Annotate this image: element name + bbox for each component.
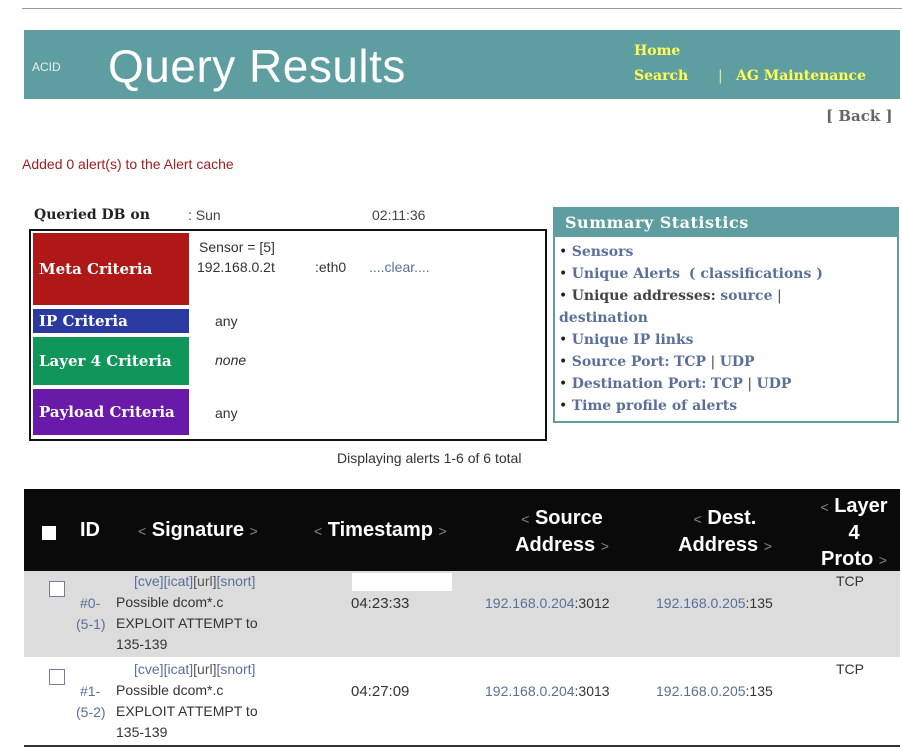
nav-home-link[interactable]: Home — [634, 43, 680, 59]
col-signature-header[interactable]: < Signature > — [138, 517, 258, 544]
meta-criteria-label[interactable]: Meta Criteria — [33, 233, 189, 305]
displaying-count: Displaying alerts 1-6 of 6 total — [337, 450, 522, 466]
queried-db-time: 02:11:36 — [372, 207, 426, 223]
signature-text: Possible dcom*.c EXPLOIT ATTEMPT to 135-13… — [116, 682, 258, 740]
col-timestamp-header[interactable]: < Timestamp > — [314, 517, 447, 544]
meta-ip-value: 192.168.0.2t — [197, 259, 275, 275]
dest-ip-link[interactable]: 192.168.0.205 — [656, 595, 746, 611]
source-port-tcp-link[interactable]: TCP — [674, 354, 706, 370]
sensors-link[interactable]: Sensors — [572, 244, 634, 260]
meta-iface-value: :eth0 — [315, 259, 347, 275]
protocol: TCP — [836, 573, 864, 589]
meta-criteria-row: Meta Criteria Sensor = [5] 192.168.0.2t … — [33, 233, 543, 305]
icat-link[interactable]: [icat] — [164, 573, 194, 589]
source-port-udp-link[interactable]: UDP — [720, 354, 755, 370]
col-dest-header[interactable]: < Dest. Address > — [669, 505, 781, 559]
summary-item-unique-addresses: • Unique addresses: source | — [559, 288, 782, 304]
protocol: TCP — [836, 661, 864, 677]
ip-criteria-value: any — [215, 313, 238, 329]
icat-link[interactable]: [icat] — [164, 661, 194, 677]
dest-port-tcp-link[interactable]: TCP — [711, 376, 743, 392]
table-row: [cve][icat][url][snort] #1- (5-2) Possib… — [24, 659, 900, 747]
alert-sid-link[interactable]: (5-2) — [76, 704, 106, 720]
unique-addresses-label: Unique addresses: — [571, 288, 716, 304]
cve-link[interactable]: [cve] — [134, 661, 164, 677]
nav-ag-maintenance-link[interactable]: AG Maintenance — [736, 68, 866, 84]
nav-separator: | — [718, 68, 723, 84]
pipe-separator: | — [710, 354, 716, 370]
timestamp-highlight — [352, 573, 452, 591]
unique-ip-links-link[interactable]: Unique IP links — [572, 332, 694, 348]
alert-cache-message: Added 0 alert(s) to the Alert cache — [22, 156, 234, 172]
timestamp: 04:23:33 — [351, 595, 410, 612]
payload-criteria-value: any — [215, 405, 238, 421]
table-header: ID < Signature > < Timestamp > < Source A… — [24, 489, 900, 571]
queried-db-label: Queried DB on — [34, 207, 150, 223]
snort-link[interactable]: [snort] — [217, 573, 256, 589]
source-port-label: Source Port: — [571, 354, 670, 370]
summary-item-destination: destination — [559, 307, 893, 329]
summary-item-source-port: • Source Port: TCP | UDP — [559, 354, 755, 370]
source-ip-link[interactable]: 192.168.0.204 — [485, 683, 575, 699]
alert-id-link[interactable]: #1- — [80, 683, 100, 699]
payload-criteria-row: Payload Criteria any — [33, 389, 543, 435]
header-banner: ACID Query Results Home Search | AG Main… — [24, 30, 900, 99]
destination-address-link[interactable]: destination — [559, 310, 648, 326]
layer4-criteria-row: Layer 4 Criteria none — [33, 337, 543, 385]
pipe-separator: | — [776, 288, 782, 304]
page-title: Query Results — [108, 40, 406, 92]
row-references: [cve][icat][url][snort] — [134, 573, 255, 589]
cve-link[interactable]: [cve] — [134, 573, 164, 589]
queried-db-day: : Sun — [188, 207, 221, 223]
summary-item-time-profile: • Time profile of alerts — [559, 398, 738, 414]
summary-item-sensors: • Sensors — [559, 244, 634, 260]
col-source-header[interactable]: < Source Address > — [506, 505, 618, 559]
dest-ip-link[interactable]: 192.168.0.205 — [656, 683, 746, 699]
snort-link[interactable]: [snort] — [217, 661, 256, 677]
row-checkbox[interactable] — [49, 669, 65, 685]
table-row: [cve][icat][url][snort] #0- (5-1) Possib… — [24, 571, 900, 657]
select-all-checkbox[interactable] — [42, 526, 56, 540]
source-ip-link[interactable]: 192.168.0.204 — [485, 595, 575, 611]
app-name: ACID — [32, 60, 61, 74]
meta-clear-link[interactable]: ....clear.... — [369, 259, 430, 275]
nav-search-link[interactable]: Search — [634, 68, 688, 84]
col-layer4-proto-header[interactable]: < Layer 4 Proto > — [812, 493, 896, 573]
top-divider — [22, 8, 902, 9]
dest-port-label: Destination Port: — [571, 376, 707, 392]
ip-criteria-row: IP Criteria any — [33, 309, 543, 333]
pipe-separator: | — [747, 376, 753, 392]
row-checkbox[interactable] — [49, 581, 65, 597]
row-references: [cve][icat][url][snort] — [134, 661, 255, 677]
criteria-box: Meta Criteria Sensor = [5] 192.168.0.2t … — [29, 229, 547, 441]
dest-address: 192.168.0.205:135 — [656, 683, 773, 699]
back-link[interactable]: [ Back ] — [826, 107, 893, 125]
summary-statistics-panel: Summary Statistics • Sensors • Unique Al… — [553, 207, 899, 423]
alert-sid-link[interactable]: (5-1) — [76, 616, 106, 632]
meta-sensor-value: Sensor = [5] — [199, 239, 275, 255]
timestamp: 04:27:09 — [351, 683, 410, 700]
summary-item-ip-links: • Unique IP links — [559, 332, 694, 348]
summary-item-dest-port: • Destination Port: TCP | UDP — [559, 376, 792, 392]
classifications-link[interactable]: ( classifications ) — [689, 266, 823, 282]
source-address-link[interactable]: source — [720, 288, 772, 304]
layer4-criteria-value: none — [215, 352, 247, 368]
signature-text: Possible dcom*.c EXPLOIT ATTEMPT to 135-13… — [116, 594, 258, 652]
url-link[interactable]: [url] — [193, 573, 216, 589]
unique-alerts-link[interactable]: Unique Alerts — [572, 266, 680, 282]
source-address: 192.168.0.204:3013 — [485, 683, 610, 699]
alert-id-link[interactable]: #0- — [80, 595, 100, 611]
col-id-header: ID — [80, 519, 100, 541]
summary-item-unique-alerts: • Unique Alerts ( classifications ) — [559, 266, 823, 282]
ip-criteria-label[interactable]: IP Criteria — [33, 309, 189, 333]
time-profile-link[interactable]: Time profile of alerts — [572, 398, 737, 414]
alerts-table: ID < Signature > < Timestamp > < Source A… — [24, 489, 900, 751]
layer4-criteria-label[interactable]: Layer 4 Criteria — [33, 337, 189, 385]
payload-criteria-label[interactable]: Payload Criteria — [33, 389, 189, 435]
dest-address: 192.168.0.205:135 — [656, 595, 773, 611]
url-link[interactable]: [url] — [193, 661, 216, 677]
dest-port-udp-link[interactable]: UDP — [757, 376, 792, 392]
summary-title: Summary Statistics — [555, 209, 897, 237]
source-address: 192.168.0.204:3012 — [485, 595, 610, 611]
